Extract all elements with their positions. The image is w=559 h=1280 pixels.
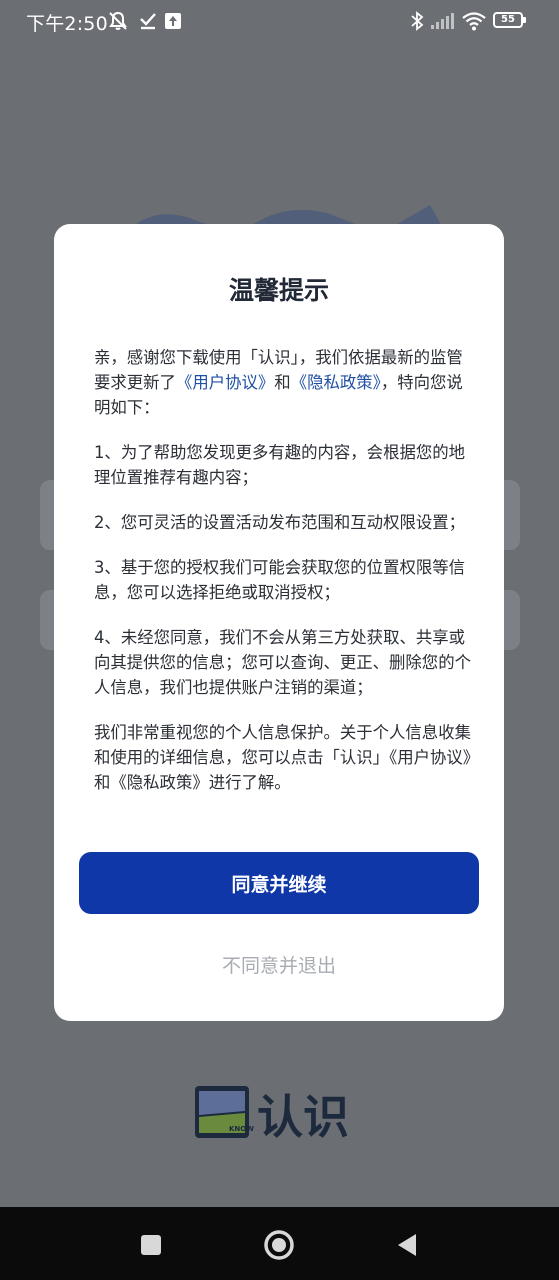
dialog-body: 亲，感谢您下载使用「认识」，我们依据最新的监管要求更新了《用户协议》和《隐私政策… [94,345,474,795]
privacy-policy-link[interactable]: 《隐私政策》 [291,373,381,392]
agree-button[interactable]: 同意并继续 [79,852,479,914]
home-icon[interactable] [261,1227,297,1263]
closing-paragraph: 我们非常重视您的个人信息保护。关于个人信息收集和使用的详细信息，您可以点击「认识… [94,723,471,792]
list-item: 1、为了帮助您发现更多有趣的内容，会根据您的地理位置推荐有趣内容； [94,443,466,487]
brand-logo: KNOW 认识 [195,1086,349,1143]
list-item: 4、未经您同意，我们不会从第三方处获取、共享或向其提供您的信息；您可以查询、更正… [94,628,471,697]
disagree-button[interactable]: 不同意并退出 [79,946,479,982]
logo-text: 认识 [257,1090,349,1143]
privacy-dialog: 温馨提示 亲，感谢您下载使用「认识」，我们依据最新的监管要求更新了《用户协议》和… [54,224,504,1021]
intro-paragraph: 亲，感谢您下载使用「认识」，我们依据最新的监管要求更新了《用户协议》和《隐私政策… [94,345,474,420]
intro-and: 和 [274,373,291,392]
user-agreement-link[interactable]: 《用户协议》 [176,373,274,392]
back-icon[interactable] [389,1227,425,1263]
navigation-bar [0,1207,559,1280]
recent-apps-icon[interactable] [133,1227,169,1263]
list-item: 3、基于您的授权我们可能会获取您的位置权限等信息，您可以选择拒绝或取消授权； [94,558,466,602]
logo-subtext: KNOW [229,1125,254,1133]
list-item: 2、您可灵活的设置活动发布范围和互动权限设置； [94,513,466,532]
dialog-title: 温馨提示 [228,276,329,305]
